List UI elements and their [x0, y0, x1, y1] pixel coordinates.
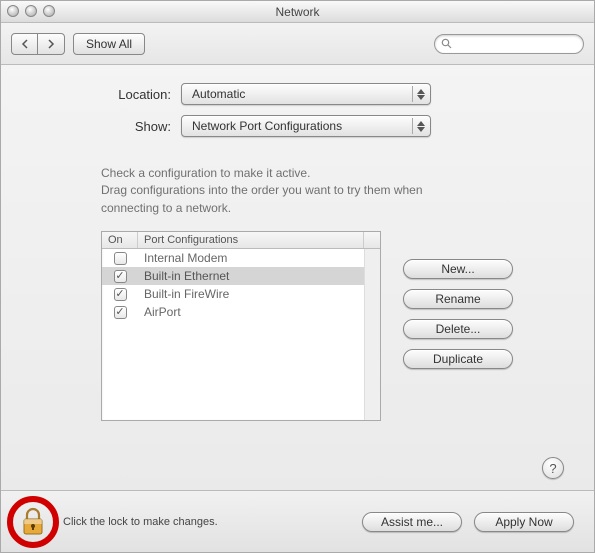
- search-field[interactable]: [434, 34, 584, 54]
- delete-button[interactable]: Delete...: [403, 319, 513, 339]
- search-input[interactable]: [456, 37, 577, 51]
- location-value: Automatic: [192, 87, 245, 101]
- enable-checkbox[interactable]: [114, 252, 127, 265]
- lock-hint-text: Click the lock to make changes.: [63, 516, 218, 528]
- footer: Click the lock to make changes. Assist m…: [1, 490, 594, 552]
- minimize-window-button[interactable]: [25, 5, 37, 17]
- updown-arrows-icon: [412, 86, 428, 102]
- location-popup[interactable]: Automatic: [181, 83, 431, 105]
- chevron-right-icon: [46, 39, 56, 49]
- duplicate-button[interactable]: Duplicate: [403, 349, 513, 369]
- help-button[interactable]: ?: [542, 457, 564, 479]
- show-popup[interactable]: Network Port Configurations: [181, 115, 431, 137]
- location-row: Location: Automatic: [41, 83, 554, 105]
- updown-arrows-icon: [412, 118, 428, 134]
- list-row[interactable]: Built-in FireWire: [102, 285, 380, 303]
- enable-checkbox[interactable]: [114, 288, 127, 301]
- titlebar: Network: [1, 1, 594, 23]
- show-value: Network Port Configurations: [192, 119, 342, 133]
- list-row[interactable]: Internal Modem: [102, 249, 380, 267]
- lock-button[interactable]: [13, 502, 53, 542]
- scrollbar[interactable]: [364, 249, 380, 420]
- enable-checkbox[interactable]: [114, 270, 127, 283]
- port-name: Built-in FireWire: [138, 287, 380, 301]
- location-label: Location:: [41, 87, 171, 102]
- network-preferences-window: Network Show All Location: Automatic: [0, 0, 595, 553]
- apply-now-button[interactable]: Apply Now: [474, 512, 574, 532]
- port-name: AirPort: [138, 305, 380, 319]
- chevron-left-icon: [20, 39, 30, 49]
- window-controls: [7, 5, 55, 17]
- forward-button[interactable]: [38, 34, 64, 54]
- side-buttons: New... Rename Delete... Duplicate: [403, 231, 513, 421]
- show-row: Show: Network Port Configurations: [41, 115, 554, 137]
- toolbar: Show All: [1, 23, 594, 65]
- rename-button[interactable]: Rename: [403, 289, 513, 309]
- list-row[interactable]: AirPort: [102, 303, 380, 321]
- port-name: Internal Modem: [138, 251, 380, 265]
- instructions-line2: Drag configurations into the order you w…: [101, 183, 423, 214]
- search-icon: [441, 38, 452, 49]
- instructions-line1: Check a configuration to make it active.: [101, 166, 310, 180]
- list-header: On Port Configurations: [102, 232, 380, 249]
- zoom-window-button[interactable]: [43, 5, 55, 17]
- back-button[interactable]: [12, 34, 38, 54]
- lock-icon: [20, 507, 46, 537]
- instructions-text: Check a configuration to make it active.…: [101, 165, 481, 217]
- window-title: Network: [275, 5, 319, 19]
- list-row[interactable]: Built-in Ethernet: [102, 267, 380, 285]
- close-window-button[interactable]: [7, 5, 19, 17]
- column-port-configurations[interactable]: Port Configurations: [138, 232, 364, 248]
- enable-checkbox[interactable]: [114, 306, 127, 319]
- assist-me-button[interactable]: Assist me...: [362, 512, 462, 532]
- show-label: Show:: [41, 119, 171, 134]
- content-area: Location: Automatic Show: Network Port C…: [1, 65, 594, 490]
- port-configurations-list[interactable]: On Port Configurations Internal Modem Bui…: [101, 231, 381, 421]
- port-name: Built-in Ethernet: [138, 269, 380, 283]
- show-all-button[interactable]: Show All: [73, 33, 145, 55]
- list-body: Internal Modem Built-in Ethernet Built-in …: [102, 249, 380, 420]
- new-button[interactable]: New...: [403, 259, 513, 279]
- nav-back-forward: [11, 33, 65, 55]
- column-on[interactable]: On: [102, 232, 138, 248]
